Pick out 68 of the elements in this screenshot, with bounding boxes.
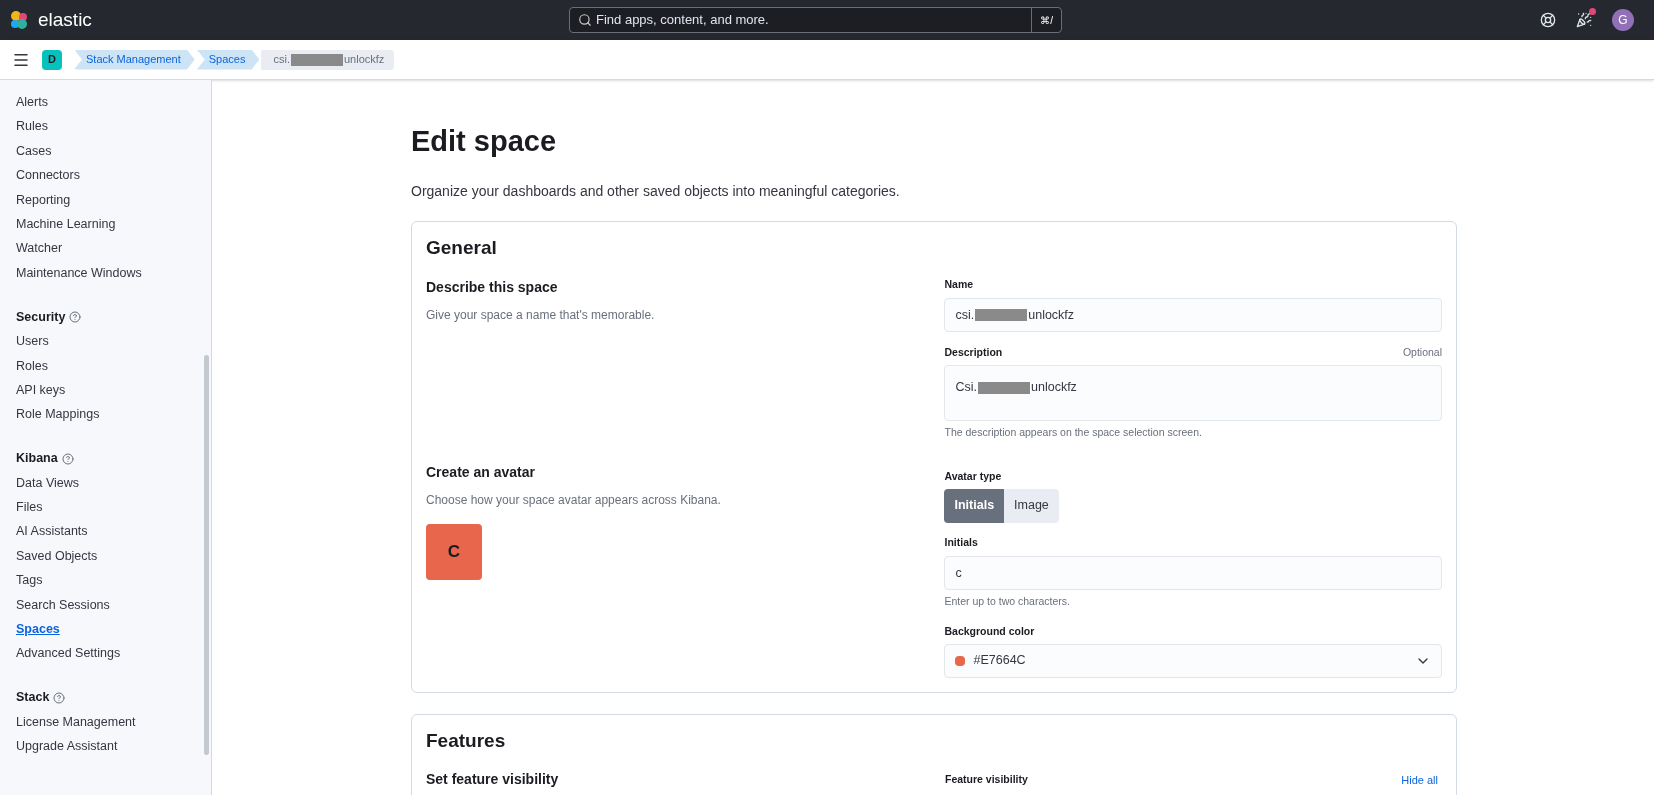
avatar-title: Create an avatar — [426, 462, 536, 482]
field-label: Description — [944, 345, 1003, 361]
sidebar-item[interactable]: Search Sessions — [16, 592, 211, 618]
user-avatar[interactable]: G — [1612, 9, 1634, 31]
field-label: Background color — [944, 624, 1036, 639]
sidebar-item[interactable]: Upgrade Assistant — [16, 734, 211, 759]
page-title: Edit space — [411, 124, 558, 159]
shortcut-key: ⌘/ — [1031, 8, 1061, 32]
color-value: #E7664C — [973, 652, 1027, 670]
name-field[interactable]: csi. unlockfz — [944, 298, 1442, 333]
describe-text: Give your space a name that's memorable. — [426, 306, 656, 324]
initials-field[interactable]: c — [944, 556, 1442, 591]
sidebar-item[interactable]: Role Mappings — [16, 402, 211, 427]
space-badge[interactable]: D — [42, 49, 62, 70]
sidebar-item[interactable]: Tags — [16, 568, 211, 593]
sidebar-item[interactable]: Connectors — [16, 163, 211, 188]
hide-all-link[interactable]: Hide all — [1401, 771, 1438, 788]
breadcrumb-link[interactable]: Stack Management — [74, 49, 195, 70]
page-subtitle: Organize your dashboards and other saved objects into meaningful categories. — [411, 182, 901, 201]
sidebar-item[interactable]: Files — [16, 495, 211, 520]
sidebar-item[interactable]: AI Assistants — [16, 519, 211, 544]
avatar-text: Choose how your space avatar appears across Kibana. — [426, 491, 722, 509]
sidebar-item[interactable]: Saved Objects — [16, 543, 211, 569]
news-icon[interactable] — [1576, 12, 1592, 28]
color-picker-field[interactable]: #E7664C — [944, 643, 1442, 678]
brand-name: elastic — [38, 7, 92, 32]
sidebar-item[interactable]: Machine Learning — [16, 211, 211, 237]
breadcrumb-current: csi. unlockfz — [261, 49, 395, 70]
sidebar-group-title: Stack — [16, 689, 50, 707]
breadcrumb-link[interactable]: Spaces — [196, 49, 260, 70]
scrollbar-thumb[interactable] — [204, 355, 209, 755]
sidebar-item[interactable]: Spaces — [16, 617, 211, 642]
sidebar-group-title: Security — [16, 308, 66, 326]
sidebar-item[interactable]: Rules — [16, 114, 211, 139]
sidebar-item[interactable]: Maintenance Windows — [16, 260, 211, 286]
optional-label: Optional — [1402, 345, 1442, 361]
sidebar-item[interactable]: Cases — [16, 138, 211, 164]
description-field[interactable]: Csi. unlockfz — [944, 365, 1442, 421]
redaction-block — [978, 381, 1030, 394]
sidebar-item[interactable]: Advanced Settings — [16, 641, 211, 666]
features-subtitle: Set feature visibility — [426, 770, 560, 790]
redaction-block — [291, 53, 343, 66]
field-label: Initials — [944, 534, 979, 550]
section-title: Features — [426, 728, 507, 753]
sidebar-item[interactable]: Roles — [16, 353, 211, 378]
sidebar-item[interactable]: Watcher — [16, 236, 211, 261]
describe-title: Describe this space — [426, 277, 559, 297]
search-placeholder: Find apps, content, and more. — [596, 11, 769, 30]
search-icon — [578, 13, 592, 27]
sidebar-item[interactable]: Users — [16, 329, 211, 354]
sidebar-item[interactable]: API keys — [16, 377, 211, 403]
avatar-preview: C — [426, 523, 482, 580]
sidebar-item[interactable]: License Management — [16, 709, 211, 735]
sidebar-item[interactable]: Alerts — [16, 90, 211, 115]
sidebar-item[interactable]: Reporting — [16, 187, 211, 212]
help-text: The description appears on the space selection screen. — [944, 425, 1203, 440]
sidebar-item[interactable]: Data Views — [16, 470, 211, 496]
search-field[interactable]: Find apps, content, and more. ⌘/ — [569, 7, 1062, 33]
elastic-logo-icon — [8, 9, 30, 31]
field-label: Avatar type — [944, 468, 1003, 484]
redaction-block — [975, 309, 1028, 322]
section-title: General — [426, 236, 498, 260]
sidebar-group-title: Kibana — [16, 450, 58, 468]
field-label: Feature visibility — [945, 771, 1029, 787]
avatar-type-toggle[interactable]: Image — [1004, 488, 1059, 523]
avatar-type-toggle[interactable]: Initials — [944, 488, 1005, 523]
field-label: Name — [944, 276, 975, 292]
help-text: Enter up to two characters. — [944, 594, 1071, 610]
